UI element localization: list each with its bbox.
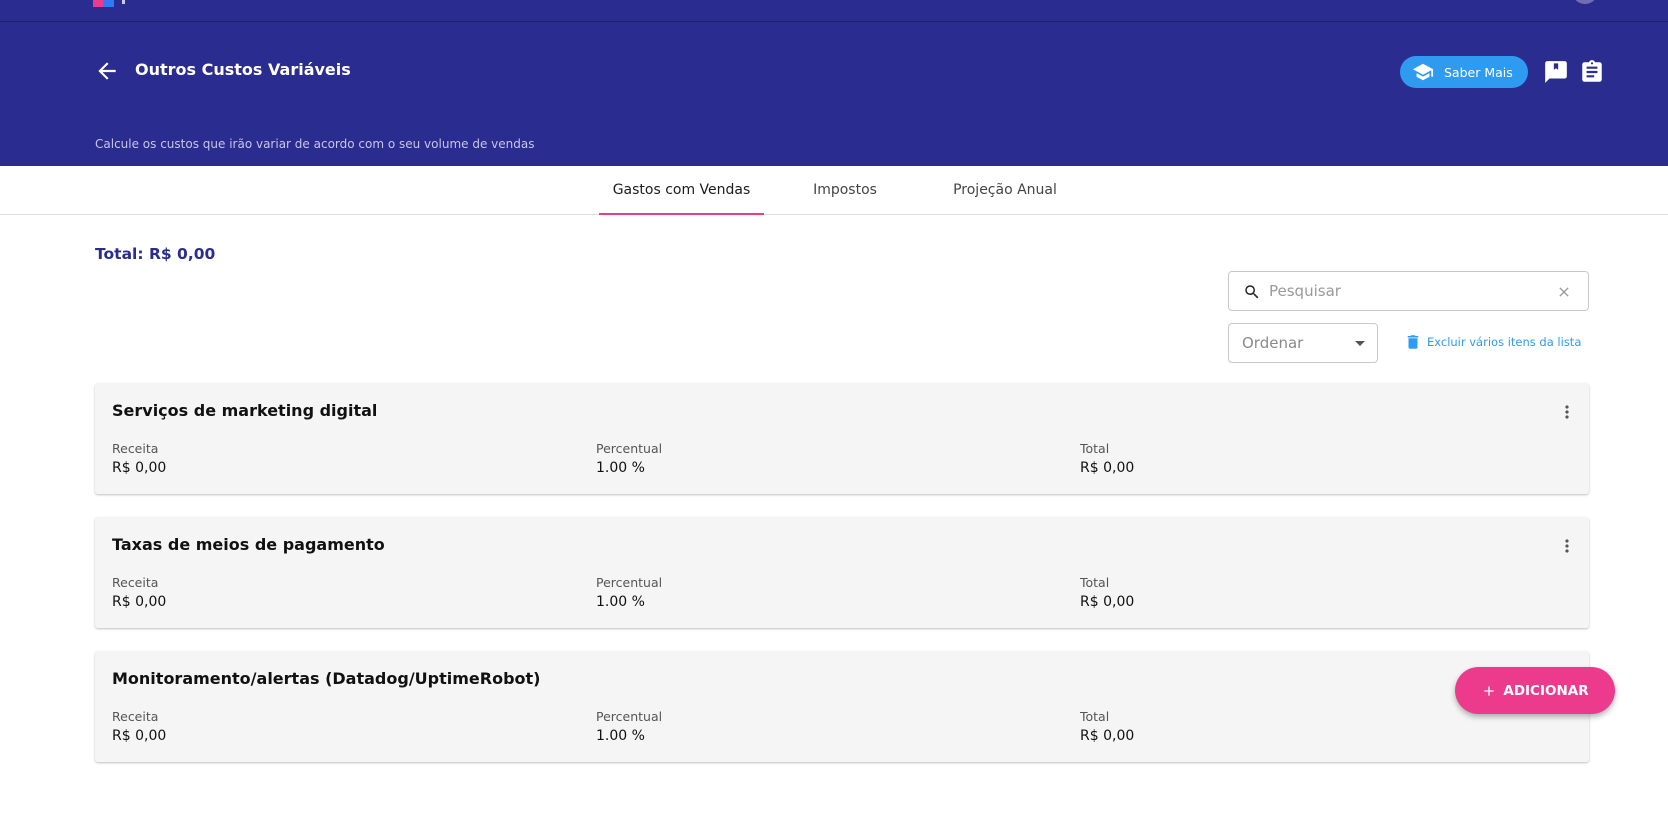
revenue-value: R$ 0,00 <box>112 728 167 744</box>
avatar[interactable] <box>1572 0 1598 4</box>
bulk-delete-button[interactable]: Excluir vários itens da lista <box>1404 330 1581 354</box>
learn-more-label: Saber Mais <box>1444 64 1513 80</box>
total-field-value: R$ 0,00 <box>1080 728 1135 744</box>
tab-impostos[interactable]: Impostos <box>795 166 895 214</box>
back-button[interactable] <box>94 58 120 84</box>
bookmark-comment-button[interactable] <box>1543 59 1569 85</box>
list-item[interactable]: Monitoramento/alertas (Datadog/UptimeRob… <box>95 651 1589 762</box>
comment-bookmark-icon <box>1545 61 1567 83</box>
more-vert-icon[interactable] <box>1557 401 1577 423</box>
plus-icon <box>1484 685 1495 696</box>
trash-icon <box>1407 335 1419 349</box>
clipboard-icon <box>1582 60 1602 82</box>
revenue-label: Receita <box>112 709 159 724</box>
top-bar <box>0 0 1668 22</box>
graduation-cap-icon <box>1412 63 1434 81</box>
total-field: Total R$ 0,00 <box>1080 709 1134 744</box>
bulk-delete-label: Excluir vários itens da lista <box>1427 335 1582 349</box>
more-vert-icon[interactable] <box>1557 535 1577 557</box>
total-field: Total R$ 0,00 <box>1080 441 1134 476</box>
revenue-label: Receita <box>112 441 159 456</box>
total-label: Total <box>1080 441 1110 456</box>
total-label: Total <box>1080 709 1110 724</box>
item-name: Monitoramento/alertas (Datadog/UptimeRob… <box>112 669 541 688</box>
add-button[interactable]: ADICIONAR <box>1455 667 1615 714</box>
tab-gastos-com-vendas[interactable]: Gastos com Vendas <box>599 166 764 215</box>
revenue-field: Receita R$ 0,00 <box>112 709 166 744</box>
chevron-down-icon <box>1355 341 1365 346</box>
clear-search-icon[interactable] <box>1556 284 1572 300</box>
tab-projecao-anual[interactable]: Projeção Anual <box>940 166 1070 214</box>
percent-field: Percentual 1.00 % <box>596 441 662 476</box>
percent-value: 1.00 % <box>596 460 645 476</box>
clipboard-button[interactable] <box>1579 59 1605 85</box>
total-field-value: R$ 0,00 <box>1080 460 1135 476</box>
list-item[interactable]: Taxas de meios de pagamento Receita R$ 0… <box>95 517 1589 628</box>
percent-label: Percentual <box>596 575 663 590</box>
percent-label: Percentual <box>596 709 663 724</box>
total-field: Total R$ 0,00 <box>1080 575 1134 610</box>
search-icon <box>1245 285 1259 299</box>
page-header: Outros Custos Variáveis Calcule os custo… <box>0 22 1668 166</box>
percent-value: 1.00 % <box>596 728 645 744</box>
tab-bar: Gastos com Vendas Impostos Projeção Anua… <box>0 166 1668 215</box>
learn-more-button[interactable]: Saber Mais <box>1400 56 1528 88</box>
revenue-label: Receita <box>112 575 159 590</box>
percent-field: Percentual 1.00 % <box>596 575 662 610</box>
revenue-field: Receita R$ 0,00 <box>112 575 166 610</box>
total-field-value: R$ 0,00 <box>1080 594 1135 610</box>
sort-label: Ordenar <box>1242 334 1304 352</box>
sort-select[interactable]: Ordenar <box>1228 323 1378 363</box>
item-name: Taxas de meios de pagamento <box>112 535 385 554</box>
revenue-field: Receita R$ 0,00 <box>112 441 166 476</box>
item-name: Serviços de marketing digital <box>112 401 378 420</box>
search-input[interactable] <box>1269 278 1539 304</box>
percent-value: 1.00 % <box>596 594 645 610</box>
revenue-value: R$ 0,00 <box>112 594 167 610</box>
revenue-value: R$ 0,00 <box>112 460 167 476</box>
percent-field: Percentual 1.00 % <box>596 709 662 744</box>
page-title: Outros Custos Variáveis <box>135 60 351 79</box>
app-logo[interactable] <box>93 0 125 7</box>
total-value: Total: R$ 0,00 <box>95 245 216 263</box>
list-item[interactable]: Serviços de marketing digital Receita R$… <box>95 383 1589 494</box>
percent-label: Percentual <box>596 441 663 456</box>
search-field[interactable] <box>1228 271 1589 311</box>
add-button-label: ADICIONAR <box>1503 682 1589 699</box>
arrow-left-icon <box>98 62 116 80</box>
total-label: Total <box>1080 575 1110 590</box>
page-subtitle: Calcule os custos que irão variar de aco… <box>95 137 535 151</box>
